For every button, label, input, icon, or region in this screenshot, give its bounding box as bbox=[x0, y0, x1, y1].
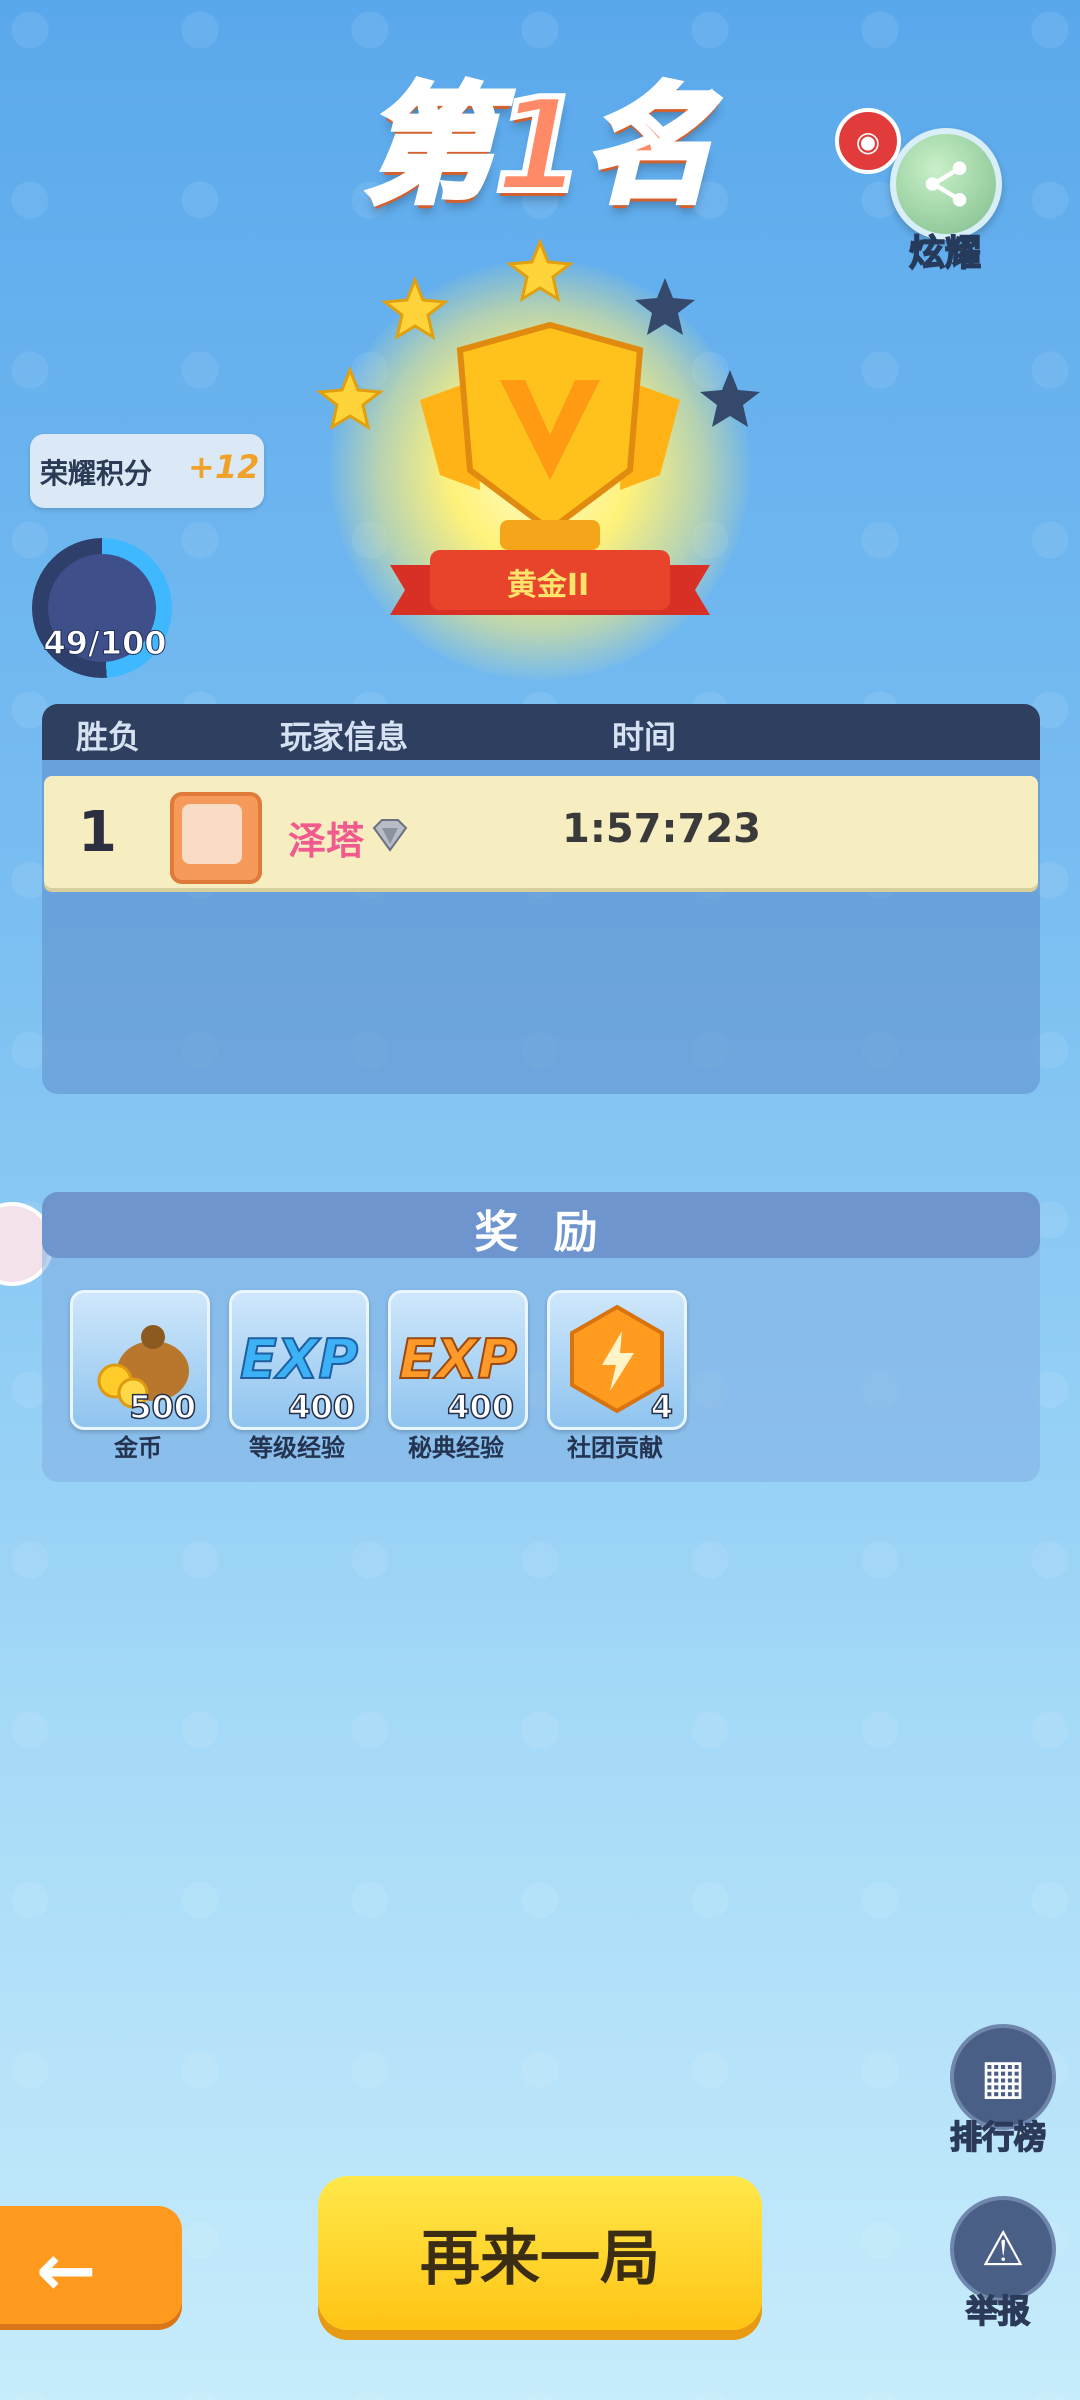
star-3-icon bbox=[506, 237, 574, 303]
header-time: 时间 bbox=[612, 718, 677, 756]
row-rank: 1 bbox=[78, 800, 117, 865]
reward-qty: 400 bbox=[446, 1387, 514, 1427]
reward-label: 社团贡献 bbox=[567, 1434, 663, 1462]
reward-label: 金币 bbox=[114, 1434, 162, 1462]
rank-badge-label: 黄金II bbox=[506, 568, 590, 603]
star-2-icon bbox=[381, 275, 449, 341]
reward-label: 秘典经验 bbox=[408, 1434, 504, 1462]
race-time: 1:57:723 bbox=[562, 806, 761, 852]
report-label: 举报 bbox=[965, 2291, 1031, 2331]
star-5-icon bbox=[700, 370, 760, 427]
reward-label: 等级经验 bbox=[249, 1434, 345, 1462]
share-label: 炫耀 bbox=[908, 232, 982, 275]
results-table-header bbox=[42, 704, 1040, 760]
avatar-face bbox=[182, 804, 242, 864]
header-player-info: 玩家信息 bbox=[280, 718, 409, 756]
rank-title: 第1名 bbox=[361, 69, 716, 224]
play-again-label: 再来一局 bbox=[420, 2224, 660, 2294]
reward-qty: 400 bbox=[287, 1387, 355, 1427]
share-icon bbox=[925, 161, 967, 207]
star-4-icon bbox=[635, 278, 695, 335]
reward-qty: 500 bbox=[128, 1387, 196, 1427]
player-name[interactable]: 泽塔 bbox=[288, 810, 364, 865]
podium-icon: ▦ bbox=[980, 2049, 1026, 2105]
back-arrow-icon: ← bbox=[36, 2228, 97, 2312]
trophy-base bbox=[500, 520, 600, 550]
leaderboard-label: 排行榜 bbox=[949, 2117, 1047, 2157]
honor-points-label: 荣耀积分 bbox=[40, 457, 153, 490]
diamond-rank-icon bbox=[372, 819, 408, 852]
results-table bbox=[42, 704, 1040, 1094]
trophy-shield bbox=[456, 321, 644, 534]
gift-icon[interactable]: ◉ bbox=[835, 108, 901, 174]
rewards-title: 奖 励 bbox=[474, 1207, 608, 1258]
honor-points-gain: +12 bbox=[188, 448, 260, 486]
honor-progress-text: 49/100 bbox=[43, 624, 167, 663]
header-result: 胜负 bbox=[76, 718, 141, 756]
warning-icon: ⚠ bbox=[981, 2221, 1025, 2277]
reward-qty: 4 bbox=[650, 1387, 674, 1427]
star-1-icon bbox=[316, 365, 384, 431]
